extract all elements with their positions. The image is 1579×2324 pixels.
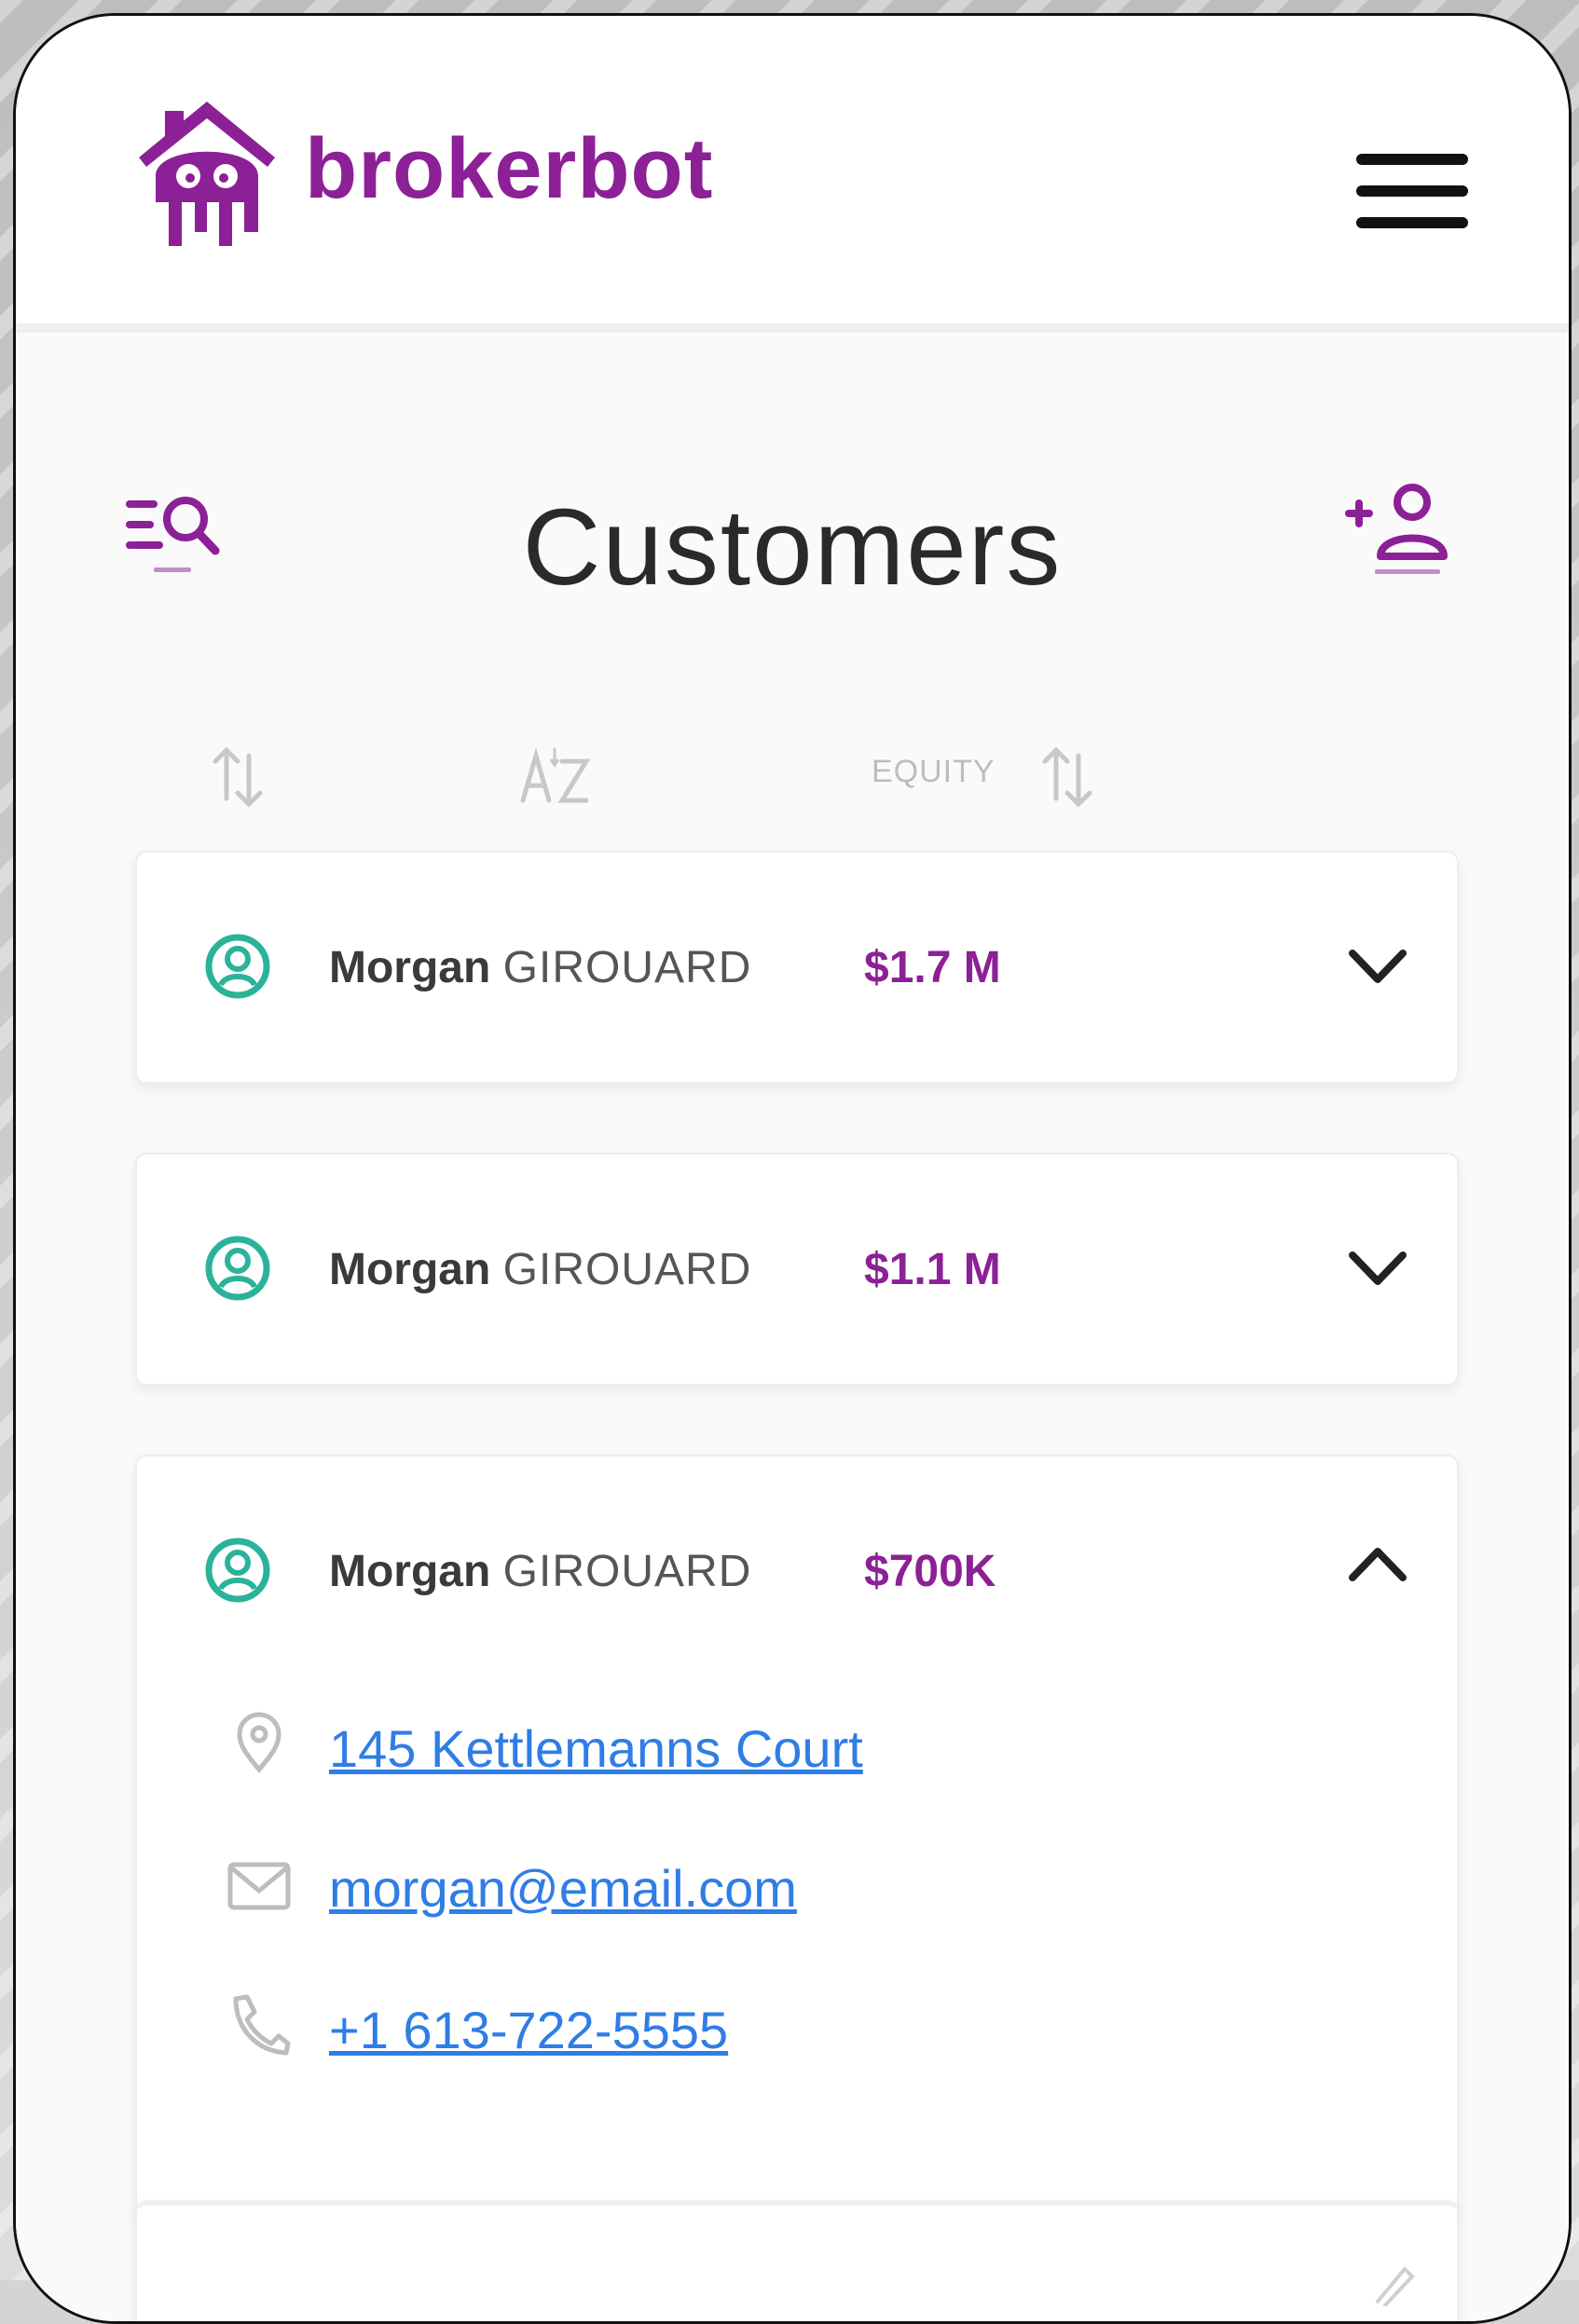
customer-phone-link[interactable]: +1 613-722-5555 bbox=[329, 2004, 728, 2057]
customer-email-link[interactable]: morgan@email.com bbox=[329, 1863, 797, 1915]
customer-first-name: Morgan bbox=[329, 943, 491, 992]
customer-first-name: Morgan bbox=[329, 1547, 491, 1596]
sort-equity-label: EQUITY bbox=[872, 754, 995, 789]
user-avatar-icon bbox=[205, 1236, 270, 1301]
brokerbot-logo-icon[interactable] bbox=[128, 92, 286, 255]
user-avatar-icon bbox=[205, 934, 270, 999]
brand-name: brokerbot bbox=[305, 121, 714, 216]
customer-last-name: GIROUARD bbox=[502, 1245, 752, 1294]
mail-icon bbox=[227, 1862, 291, 1910]
sort-arrows-icon[interactable] bbox=[210, 743, 266, 812]
customer-name: Morgan GIROUARD bbox=[329, 1550, 751, 1594]
customer-last-name: GIROUARD bbox=[502, 943, 752, 992]
customer-card[interactable]: Morgan GIROUARD $1.1 M bbox=[135, 1153, 1459, 1386]
customer-equity: $1.7 M bbox=[864, 943, 1001, 992]
sort-equity[interactable]: EQUITY bbox=[872, 754, 995, 828]
chevron-up-icon[interactable] bbox=[1345, 1533, 1410, 1598]
location-pin-icon bbox=[237, 1712, 281, 1773]
customer-card[interactable]: Morgan GIROUARD $1.7 M bbox=[135, 851, 1459, 1084]
customer-card-expanded[interactable]: Morgan GIROUARD $700K 145 Kettlemanns Co… bbox=[135, 1455, 1459, 2219]
customer-equity: $1.1 M bbox=[864, 1245, 1001, 1294]
user-avatar-icon bbox=[205, 1538, 270, 1603]
phone-icon bbox=[233, 1994, 291, 2056]
phone-frame: brokerbot Customers EQUITY Morgan GIROUA… bbox=[13, 13, 1572, 2324]
chevron-down-icon[interactable] bbox=[1345, 1235, 1410, 1300]
customer-card[interactable] bbox=[135, 2200, 1459, 2321]
customer-equity: $700K bbox=[864, 1547, 996, 1596]
customer-name: Morgan GIROUARD bbox=[329, 946, 751, 991]
customer-last-name: GIROUARD bbox=[502, 1547, 752, 1596]
edit-icon[interactable] bbox=[1367, 2260, 1423, 2306]
customer-name: Morgan GIROUARD bbox=[329, 1248, 751, 1292]
top-bar: brokerbot bbox=[16, 16, 1569, 333]
hamburger-menu-icon[interactable] bbox=[1356, 154, 1468, 230]
content-area: Customers EQUITY Morgan GIROUARD $1.7 M … bbox=[16, 333, 1569, 2321]
sort-equity-arrows-icon[interactable] bbox=[1039, 743, 1095, 812]
add-user-icon[interactable] bbox=[1338, 484, 1468, 586]
sort-alphabetical-icon[interactable] bbox=[519, 743, 594, 812]
customer-first-name: Morgan bbox=[329, 1245, 491, 1294]
chevron-down-icon[interactable] bbox=[1345, 933, 1410, 998]
page-title: Customers bbox=[522, 486, 1063, 608]
customer-address-link[interactable]: 145 Kettlemanns Court bbox=[329, 1723, 863, 1775]
